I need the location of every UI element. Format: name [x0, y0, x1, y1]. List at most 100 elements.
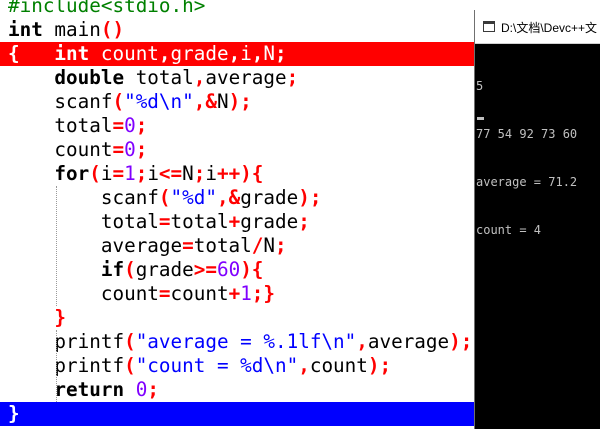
symbol: ;} — [251, 282, 276, 305]
console-title: D:\文档\Devc++文 — [501, 21, 598, 35]
symbol: , — [251, 42, 264, 65]
symbol: = — [112, 162, 125, 185]
identifier: total — [8, 114, 113, 137]
identifier: grade — [135, 258, 194, 281]
identifier: N — [216, 90, 229, 113]
console-line: count = 4 — [476, 223, 542, 237]
identifier: count — [89, 42, 159, 65]
symbol: ; — [135, 162, 148, 185]
symbol: , — [158, 42, 171, 65]
console-line: 5 — [476, 79, 484, 93]
identifier: N — [182, 162, 194, 185]
symbol: ( — [89, 162, 101, 185]
symbol: = — [112, 138, 125, 161]
identifier: total — [8, 210, 159, 233]
identifier: scanf — [8, 186, 159, 209]
identifier: count — [170, 282, 229, 305]
symbol: } — [8, 306, 67, 329]
keyword: if — [8, 258, 125, 281]
identifier: average — [205, 66, 287, 89]
console-cursor — [477, 117, 484, 120]
identifier: i — [205, 162, 217, 185]
symbol: ; — [275, 234, 287, 257]
identifier: i — [240, 42, 252, 65]
symbol: () — [100, 18, 125, 41]
string-literal: "average = %.1lf\n" — [135, 330, 357, 353]
keyword: return — [8, 378, 125, 401]
symbol: ; — [147, 378, 159, 401]
symbol: ( — [112, 90, 125, 113]
string-literal: "count = %d\n" — [135, 354, 299, 377]
identifier: grade — [170, 42, 229, 65]
symbol: / — [251, 234, 264, 257]
symbol: + — [228, 282, 241, 305]
console-line: average = 71.2 — [476, 175, 578, 189]
symbol: + — [228, 210, 241, 233]
identifier: i — [100, 162, 113, 185]
number-literal: 1 — [124, 162, 136, 185]
symbol: ++){ — [216, 162, 264, 185]
identifier: printf — [8, 354, 125, 377]
number-literal: 60 — [216, 258, 241, 281]
identifier: N — [263, 234, 275, 257]
symbol: ( — [124, 330, 136, 353]
symbol: = — [182, 234, 194, 257]
symbol: = — [112, 114, 125, 137]
number-literal: 0 — [124, 114, 136, 137]
symbol: ( — [158, 186, 171, 209]
symbol: ; — [286, 66, 299, 89]
symbol: , — [193, 66, 206, 89]
symbol: ( — [124, 258, 136, 281]
symbol: ); — [449, 330, 473, 353]
identifier: total — [193, 234, 252, 257]
symbol: = — [158, 282, 171, 305]
indent-guide — [56, 186, 57, 306]
symbol: ( — [124, 354, 136, 377]
console-titlebar[interactable]: D:\文档\Devc++文 — [475, 10, 600, 44]
console-line: 77 54 92 73 60 — [476, 127, 578, 141]
number-literal: 1 — [240, 282, 252, 305]
symbol: ; — [135, 138, 148, 161]
symbol: <= — [158, 162, 183, 185]
symbol: ){ — [240, 258, 264, 281]
string-literal: "%d\n" — [124, 90, 194, 113]
identifier: count — [8, 138, 113, 161]
identifier: average — [8, 234, 183, 257]
symbol: ; — [135, 114, 148, 137]
symbol: ,& — [193, 90, 217, 113]
console-window-icon — [483, 21, 495, 32]
symbol: ); — [367, 354, 392, 377]
identifier: total — [170, 210, 229, 233]
symbol: ); — [298, 186, 322, 209]
keyword: int — [8, 18, 43, 41]
symbol: } — [8, 402, 20, 425]
identifier: printf — [8, 330, 125, 353]
identifier: total — [124, 66, 194, 89]
string-literal: "%d" — [170, 186, 217, 209]
keyword: for — [8, 162, 90, 185]
identifier: count — [8, 282, 159, 305]
keyword: int — [19, 42, 90, 65]
identifier: grade — [240, 210, 299, 233]
console-output: 5 77 54 92 73 60 average = 71.2 count = … — [476, 46, 600, 270]
identifier: N — [263, 42, 276, 65]
indent-guide — [56, 330, 57, 402]
identifier: grade — [240, 186, 299, 209]
identifier: i — [147, 162, 159, 185]
symbol: { — [8, 42, 20, 65]
symbol: , — [298, 354, 310, 377]
identifier: average — [367, 330, 450, 353]
preprocessor-directive: #include<stdio.h> — [8, 0, 206, 17]
symbol: ,& — [216, 186, 241, 209]
identifier: count — [309, 354, 368, 377]
symbol: >= — [193, 258, 217, 281]
symbol: ; — [298, 210, 310, 233]
symbol: ; — [275, 42, 287, 65]
symbol: ; — [193, 162, 206, 185]
console-window[interactable]: D:\文档\Devc++文 5 77 54 92 73 60 average =… — [474, 10, 600, 429]
symbol: , — [356, 330, 368, 353]
keyword: double — [8, 66, 125, 89]
symbol: = — [158, 210, 171, 233]
identifier: scanf — [8, 90, 113, 113]
identifier: main — [42, 18, 101, 41]
